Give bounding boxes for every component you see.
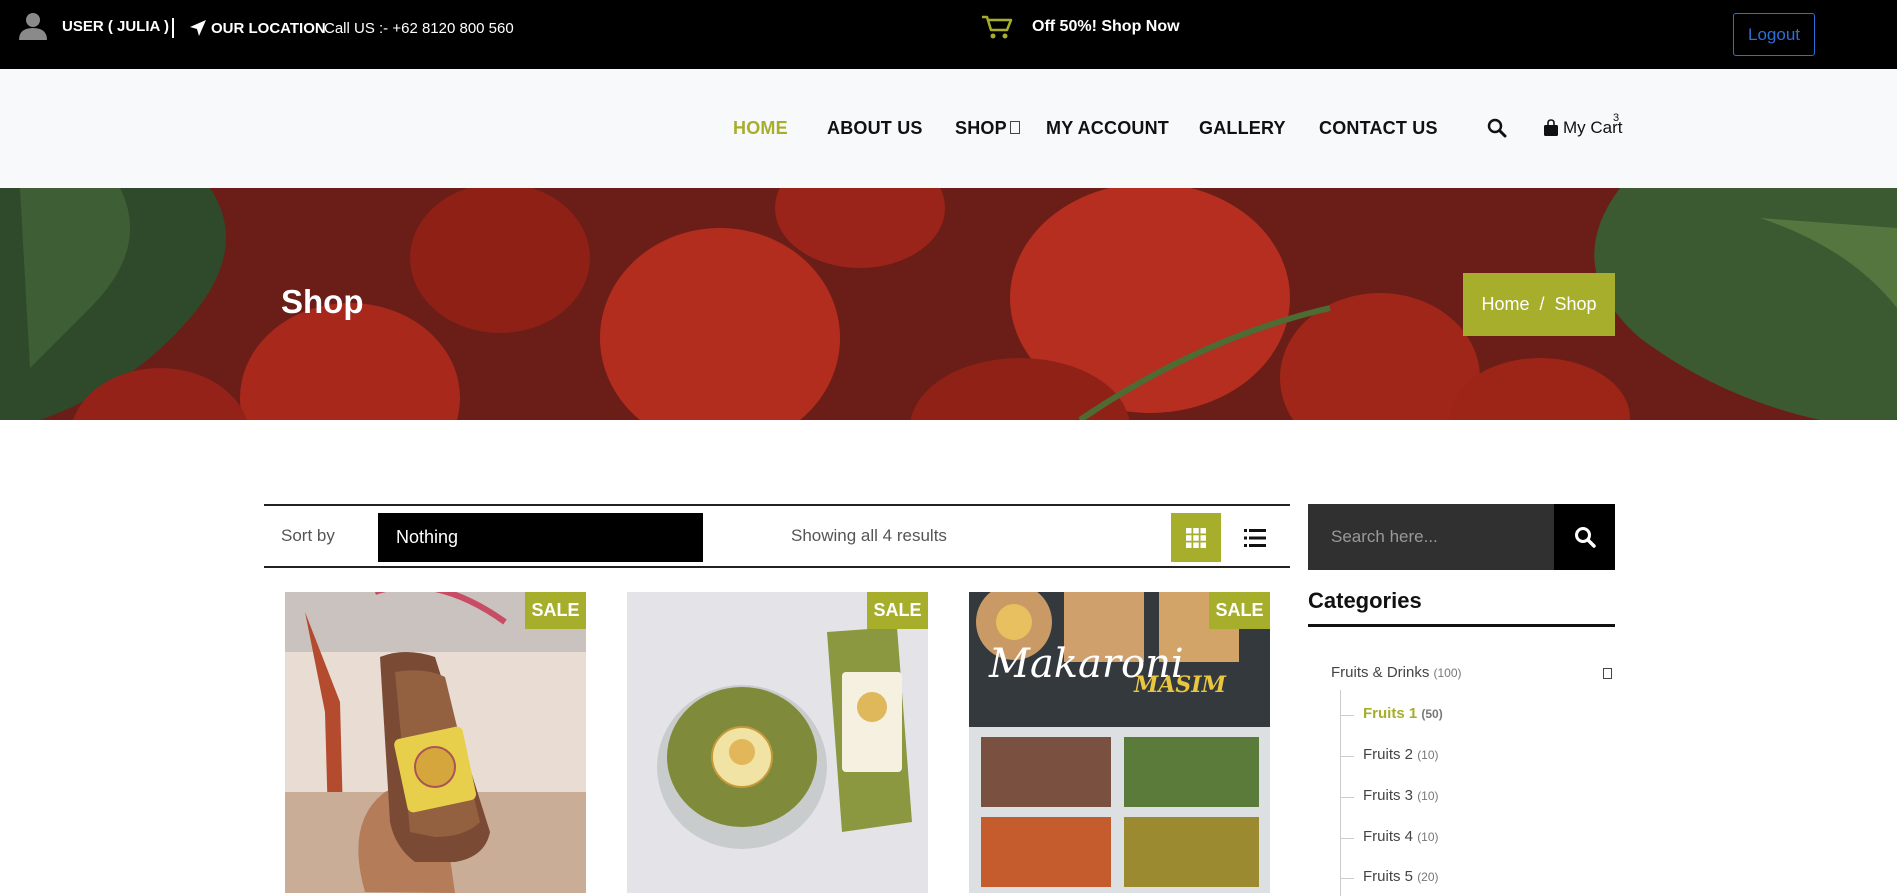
sale-badge: SALE: [1209, 592, 1270, 629]
category-count: (10): [1417, 830, 1439, 844]
category-item[interactable]: Fruits 3 (10): [1363, 787, 1439, 804]
category-name: Fruits 4: [1363, 828, 1414, 845]
category-count: (20): [1417, 870, 1439, 884]
sale-badge: SALE: [525, 592, 586, 629]
nav-my-account[interactable]: MY ACCOUNT: [1046, 118, 1169, 139]
product-card[interactable]: Makaroni MASIM SALE: [969, 592, 1270, 893]
offer-link[interactable]: Off 50%! Shop Now: [980, 14, 1180, 40]
nav-about-us[interactable]: ABOUT US: [827, 118, 923, 139]
tree-line: [1340, 797, 1354, 798]
breadcrumb-separator: /: [1539, 294, 1545, 314]
category-count: (100): [1433, 666, 1462, 680]
category-name: Fruits 2: [1363, 746, 1414, 763]
cart-count-badge: 3: [1613, 112, 1620, 124]
category-count: (10): [1417, 748, 1439, 762]
nav-contact-us[interactable]: CONTACT US: [1319, 118, 1438, 139]
shopping-bag-icon: [1544, 119, 1558, 136]
nav-shop[interactable]: SHOP: [955, 118, 1007, 139]
search-button[interactable]: [1554, 504, 1615, 570]
results-count: Showing all 4 results: [791, 526, 947, 545]
categories-heading: Categories: [1308, 588, 1422, 613]
divider: [172, 18, 174, 38]
tree-line: [1340, 690, 1341, 896]
cart-icon: [982, 15, 1013, 39]
nav-gallery[interactable]: GALLERY: [1199, 118, 1286, 139]
shop-dropdown-icon[interactable]: [1010, 121, 1020, 134]
category-count: (10): [1417, 789, 1439, 803]
nav-home[interactable]: HOME: [733, 118, 788, 139]
main-nav: HOME ABOUT US SHOP MY ACCOUNT GALLERY CO…: [0, 69, 1897, 188]
product-image: [627, 592, 928, 893]
call-info: Call US :- +62 8120 800 560: [324, 20, 514, 37]
grid-icon: [1186, 527, 1206, 548]
category-name: Fruits 1: [1363, 705, 1418, 722]
product-image: Makaroni MASIM: [969, 592, 1270, 893]
sale-badge: SALE: [867, 592, 928, 629]
category-item[interactable]: Fruits 5 (20): [1363, 868, 1439, 885]
product-image: [285, 592, 586, 893]
top-bar: USER ( JULIA ) OUR LOCATION Call US :- +…: [0, 0, 1897, 69]
search-icon: [1574, 527, 1596, 548]
grid-view-button[interactable]: [1171, 513, 1221, 562]
search-input[interactable]: [1308, 504, 1554, 570]
sidebar-search: [1308, 504, 1615, 570]
tree-line: [1340, 715, 1354, 716]
logout-button[interactable]: Logout: [1733, 13, 1815, 56]
collapse-toggle-icon[interactable]: [1603, 668, 1612, 679]
breadcrumb-home[interactable]: Home: [1481, 294, 1529, 315]
product-card[interactable]: SALE: [285, 592, 586, 893]
location-arrow-icon: [190, 20, 206, 36]
category-name: Fruits 3: [1363, 787, 1414, 804]
svg-text:MASIM: MASIM: [1133, 672, 1227, 698]
tree-line: [1340, 878, 1354, 879]
category-item[interactable]: Fruits 4 (10): [1363, 828, 1439, 845]
category-name: Fruits 5: [1363, 868, 1414, 885]
category-parent[interactable]: Fruits & Drinks (100): [1331, 664, 1462, 681]
product-card[interactable]: SALE: [627, 592, 928, 893]
sort-label: Sort by: [281, 526, 335, 545]
shop-toolbar: Sort by Nothing Showing all 4 results: [264, 504, 1290, 568]
user-label: USER ( JULIA ): [62, 17, 169, 35]
breadcrumb: Home / Shop: [1463, 273, 1615, 336]
page-title: Shop: [281, 283, 364, 320]
location-link[interactable]: OUR LOCATION: [189, 19, 326, 37]
user-icon: [19, 13, 47, 40]
offer-label: Off 50%! Shop Now: [1032, 18, 1180, 35]
category-name: Fruits & Drinks: [1331, 664, 1430, 681]
search-icon[interactable]: [1487, 118, 1507, 143]
breadcrumb-current: Shop: [1554, 294, 1597, 314]
category-item[interactable]: Fruits 2 (10): [1363, 746, 1439, 763]
tree-line: [1340, 756, 1354, 757]
user-info[interactable]: USER ( JULIA ): [18, 12, 169, 40]
divider: [1308, 624, 1615, 627]
tree-line: [1340, 838, 1354, 839]
list-view-button[interactable]: [1230, 513, 1280, 562]
sort-select[interactable]: Nothing: [378, 513, 703, 562]
category-count: (50): [1421, 707, 1443, 721]
list-icon: [1244, 528, 1266, 547]
page-banner: Shop Home / Shop: [0, 188, 1897, 420]
location-label: OUR LOCATION: [211, 19, 326, 37]
my-cart-link[interactable]: My Cart: [1543, 118, 1623, 138]
category-item[interactable]: Fruits 1 (50): [1363, 705, 1443, 722]
